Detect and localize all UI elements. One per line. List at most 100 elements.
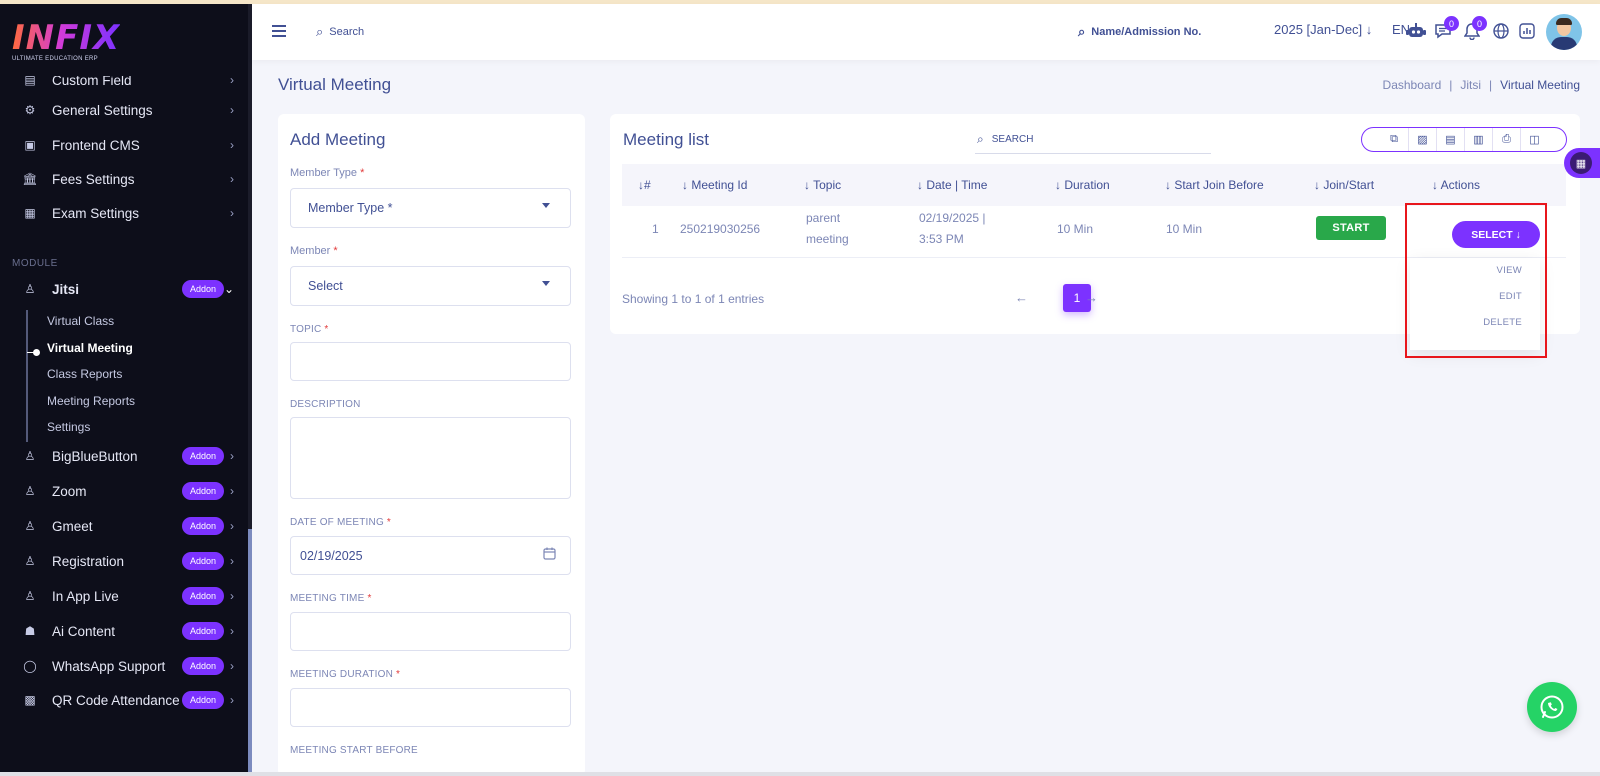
sidebar-item-general-settings[interactable]: ⚙ General Settings ›: [22, 98, 234, 122]
arrow-left-icon[interactable]: ←: [1015, 290, 1028, 305]
sidebar-item-whatsapp-support[interactable]: ◯ WhatsApp Support Addon ›: [22, 654, 234, 678]
chevron-right-icon: ›: [230, 103, 234, 117]
search-icon: ⌕: [1078, 24, 1086, 39]
addon-badge: Addon: [182, 622, 225, 640]
session-value: 2025 [Jan-Dec]: [1274, 22, 1363, 37]
copy-icon[interactable]: ⧉: [1380, 128, 1408, 151]
user-avatar[interactable]: [1546, 14, 1582, 50]
whatsapp-icon: [1540, 695, 1564, 719]
cell-date-time: 02/19/2025 | 3:53 PM: [919, 211, 986, 246]
col-join-start[interactable]: ↓ Join/Start: [1314, 178, 1374, 192]
sidebar-item-frontend-cms[interactable]: ▣ Frontend CMS ›: [22, 133, 234, 157]
side-floating-tab[interactable]: ▦: [1564, 148, 1600, 178]
col-date-time[interactable]: ↓ Date | Time: [917, 178, 987, 192]
meeting-start-before-label: MEETING START BEFORE: [290, 745, 418, 756]
sidebar-scrollbar-thumb[interactable]: [248, 529, 252, 772]
description-textarea[interactable]: [290, 417, 571, 499]
sidebar-item-in-app-live[interactable]: ♙ In App Live Addon ›: [22, 584, 234, 608]
date-value: 02/19/2025: [300, 549, 363, 563]
whatsapp-chat-button[interactable]: [1527, 682, 1577, 732]
breadcrumb-current: Virtual Meeting: [1500, 78, 1580, 92]
meeting-duration-input[interactable]: [290, 688, 571, 727]
breadcrumb: Dashboard | Jitsi | Virtual Meeting: [1382, 78, 1580, 92]
col-meeting-id[interactable]: ↓ Meeting Id: [682, 178, 747, 192]
sidebar-item-custom-field[interactable]: ▤ Custom Field ›: [22, 72, 234, 92]
sidebar-item-qr-code-attendance[interactable]: ▩ QR Code Attendance Addon ›: [22, 688, 234, 712]
breadcrumb-dashboard[interactable]: Dashboard: [1383, 78, 1442, 92]
member-select[interactable]: Select: [290, 266, 571, 306]
caret-down-icon: [542, 203, 550, 208]
member-type-value: Member Type *: [308, 201, 393, 215]
app-logo[interactable]: INFIX ULTIMATE EDUCATION ERP: [12, 20, 120, 62]
sidebar-item-registration[interactable]: ♙ Registration Addon ›: [22, 549, 234, 573]
addon-badge: Addon: [182, 447, 225, 465]
col-start-join-before[interactable]: ↓ Start Join Before: [1165, 178, 1264, 192]
presenter-icon: ♙: [24, 554, 36, 568]
member-label: Member *: [290, 245, 338, 257]
sidebar-item-exam-settings[interactable]: ▦ Exam Settings ›: [22, 201, 234, 225]
print-icon[interactable]: ⎙: [1492, 128, 1520, 151]
book-icon: ▦: [24, 206, 36, 220]
chevron-right-icon: ›: [230, 138, 234, 152]
globe-icon[interactable]: [1492, 22, 1510, 45]
sidebar-item-ai-content[interactable]: ☗ Ai Content Addon ›: [22, 619, 234, 643]
excel-icon[interactable]: ▨: [1408, 128, 1436, 151]
submenu-virtual-class[interactable]: Virtual Class: [47, 314, 114, 328]
meeting-time-label: MEETING TIME *: [290, 593, 372, 604]
chevron-down-icon: ⌄: [223, 282, 234, 296]
calendar-icon[interactable]: [543, 547, 556, 563]
submenu-settings[interactable]: Settings: [47, 420, 90, 434]
sidebar-item-label: Ai Content: [52, 623, 116, 639]
presenter-icon: ♙: [24, 519, 36, 533]
add-meeting-panel: Add Meeting Member Type * Member Type * …: [278, 114, 585, 776]
submenu-class-reports[interactable]: Class Reports: [47, 367, 122, 381]
columns-icon[interactable]: ◫: [1520, 128, 1548, 151]
sidebar-item-label: Custom Field: [52, 72, 132, 88]
arrow-right-icon[interactable]: →: [1085, 290, 1098, 305]
whatsapp-icon: ◯: [23, 659, 37, 673]
col-num[interactable]: ↓#: [638, 178, 651, 192]
sidebar-item-label: In App Live: [52, 588, 119, 604]
meeting-search-input[interactable]: ⌕ SEARCH: [975, 126, 1211, 154]
sidebar-item-fees-settings[interactable]: 🏛 Fees Settings ›: [22, 167, 234, 191]
sidebar-item-gmeet[interactable]: ♙ Gmeet Addon ›: [22, 514, 234, 538]
date-of-meeting-input[interactable]: 02/19/2025: [290, 536, 571, 575]
report-icon[interactable]: [1518, 22, 1536, 45]
chevron-right-icon: ›: [230, 484, 234, 498]
chevron-right-icon: ›: [230, 659, 234, 673]
admission-search[interactable]: ⌕ Name/Admission No.: [1078, 24, 1201, 40]
global-search[interactable]: ⌕ Search: [316, 24, 364, 40]
menu-toggle-icon[interactable]: [272, 25, 286, 40]
topic-input[interactable]: [290, 342, 571, 381]
chat-count-badge: 0: [1444, 16, 1459, 31]
chevron-right-icon: ›: [230, 693, 234, 707]
chevron-right-icon: ›: [230, 73, 234, 87]
table-header: ↓# ↓ Meeting Id ↓ Topic ↓ Date | Time ↓ …: [622, 164, 1566, 206]
pdf-icon[interactable]: ▥: [1464, 128, 1492, 151]
submenu-meeting-reports[interactable]: Meeting Reports: [47, 394, 135, 408]
sidebar-item-label: Jitsi: [52, 281, 80, 297]
col-duration[interactable]: ↓ Duration: [1055, 178, 1110, 192]
session-selector[interactable]: 2025 [Jan-Dec] ↓: [1274, 22, 1372, 37]
robot-icon[interactable]: [1406, 22, 1426, 45]
col-actions[interactable]: ↓ Actions: [1432, 178, 1480, 192]
search-icon: ⌕: [316, 24, 324, 39]
sidebar-item-jitsi[interactable]: ♙ Jitsi Addon ⌄: [22, 277, 234, 301]
breadcrumb-jitsi[interactable]: Jitsi: [1460, 78, 1481, 92]
meeting-time-input[interactable]: [290, 612, 571, 651]
col-topic[interactable]: ↓ Topic: [804, 178, 841, 192]
sidebar-item-label: QR Code Attendance: [52, 692, 180, 708]
module-section-label: MODULE: [12, 258, 58, 269]
submenu-virtual-meeting[interactable]: Virtual Meeting: [47, 341, 133, 355]
sidebar-item-zoom[interactable]: ♙ Zoom Addon ›: [22, 479, 234, 503]
csv-icon[interactable]: ▤: [1436, 128, 1464, 151]
sidebar-item-bigbluebutton[interactable]: ♙ BigBlueButton Addon ›: [22, 444, 234, 468]
sidebar-item-label: Gmeet: [52, 518, 93, 534]
sidebar-item-label: Frontend CMS: [52, 137, 140, 153]
store-icon: ▦: [1570, 152, 1592, 174]
start-button[interactable]: START: [1316, 216, 1386, 240]
robot-icon: ☗: [24, 624, 36, 638]
member-type-select[interactable]: Member Type *: [290, 188, 571, 228]
presenter-icon: ♙: [24, 589, 36, 603]
chevron-right-icon: ›: [230, 624, 234, 638]
